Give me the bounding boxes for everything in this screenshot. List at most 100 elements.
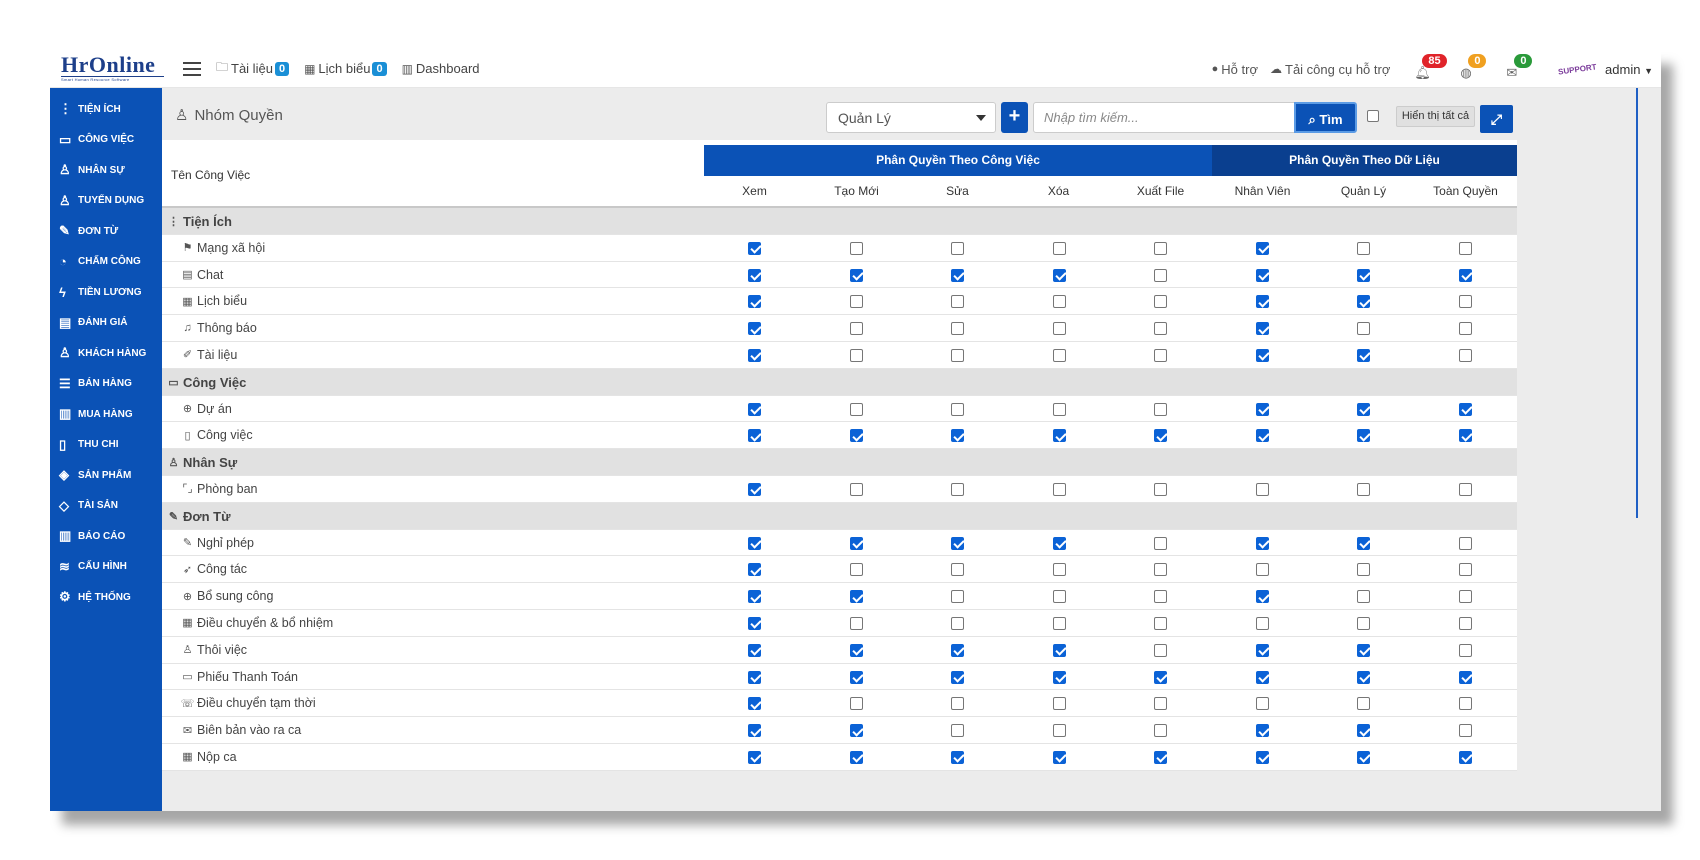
notifications-globe[interactable]: ◍ 0 <box>1460 54 1487 81</box>
sidebar-item-ban-hang[interactable]: ☰ BÁN HÀNG <box>50 369 162 400</box>
permission-checkbox[interactable] <box>1053 348 1066 362</box>
permission-checkbox[interactable] <box>1459 563 1472 577</box>
permission-checkbox[interactable] <box>748 429 761 443</box>
sidebar-item-cau-hinh[interactable]: ≋ CẤU HÌNH <box>50 552 162 583</box>
permission-checkbox[interactable] <box>1053 482 1066 496</box>
permission-checkbox[interactable] <box>1357 536 1370 550</box>
permission-checkbox[interactable] <box>951 670 964 684</box>
permission-checkbox[interactable] <box>1357 268 1370 282</box>
permission-checkbox[interactable] <box>951 241 964 255</box>
permission-checkbox[interactable] <box>1053 295 1066 309</box>
permission-checkbox[interactable] <box>1357 670 1370 684</box>
search-button[interactable]: ⌕ Tìm <box>1294 102 1357 133</box>
permission-checkbox[interactable] <box>1154 724 1167 738</box>
permission-checkbox[interactable] <box>748 670 761 684</box>
permission-checkbox[interactable] <box>850 322 863 336</box>
permission-checkbox[interactable] <box>748 241 761 255</box>
permission-checkbox[interactable] <box>748 697 761 711</box>
sidebar-item-san-pham[interactable]: ◈ SẢN PHẨM <box>50 460 162 491</box>
permission-checkbox[interactable] <box>1154 322 1167 336</box>
permission-checkbox[interactable] <box>850 268 863 282</box>
topnav-calendar-link[interactable]: ▦ Lịch biểu 0 <box>304 61 387 76</box>
permission-checkbox[interactable] <box>1459 616 1472 630</box>
permission-checkbox[interactable] <box>1357 322 1370 336</box>
permission-checkbox[interactable] <box>1053 322 1066 336</box>
notifications-mail[interactable]: ✉ 0 <box>1506 54 1533 81</box>
permission-checkbox[interactable] <box>951 402 964 416</box>
permission-checkbox[interactable] <box>1357 750 1370 764</box>
permission-checkbox[interactable] <box>1357 616 1370 630</box>
permission-checkbox[interactable] <box>1256 724 1269 738</box>
permission-checkbox[interactable] <box>748 643 761 657</box>
permission-checkbox[interactable] <box>1256 402 1269 416</box>
permission-checkbox[interactable] <box>1357 295 1370 309</box>
permission-checkbox[interactable] <box>1053 670 1066 684</box>
permission-checkbox[interactable] <box>850 670 863 684</box>
permission-checkbox[interactable] <box>1256 268 1269 282</box>
permission-checkbox[interactable] <box>1357 563 1370 577</box>
permission-checkbox[interactable] <box>1357 429 1370 443</box>
permission-checkbox[interactable] <box>1459 348 1472 362</box>
permission-checkbox[interactable] <box>1256 429 1269 443</box>
permission-checkbox[interactable] <box>1154 241 1167 255</box>
sidebar-item-bao-cao[interactable]: ▥ BÁO CÁO <box>50 521 162 552</box>
add-role-button[interactable]: + <box>1001 102 1028 133</box>
permission-checkbox[interactable] <box>1256 750 1269 764</box>
permission-checkbox[interactable] <box>1053 429 1066 443</box>
download-tool-link[interactable]: ☁ Tải công cụ hỗ trợ <box>1270 62 1390 77</box>
permission-checkbox[interactable] <box>951 429 964 443</box>
permission-checkbox[interactable] <box>1053 616 1066 630</box>
hronline-logo[interactable]: HrOnline Smart Human Resource Software <box>61 52 164 86</box>
sidebar-item-danh-gia[interactable]: ▤ ĐÁNH GIÁ <box>50 308 162 339</box>
search-input[interactable] <box>1033 102 1295 133</box>
permission-checkbox[interactable] <box>1459 402 1472 416</box>
permission-checkbox[interactable] <box>1256 348 1269 362</box>
permission-checkbox[interactable] <box>1357 402 1370 416</box>
permission-checkbox[interactable] <box>1154 268 1167 282</box>
show-all-checkbox[interactable] <box>1367 110 1379 122</box>
permission-checkbox[interactable] <box>1154 482 1167 496</box>
permission-checkbox[interactable] <box>1256 322 1269 336</box>
permission-checkbox[interactable] <box>1459 643 1472 657</box>
permission-checkbox[interactable] <box>1154 643 1167 657</box>
permission-checkbox[interactable] <box>748 750 761 764</box>
permission-checkbox[interactable] <box>951 482 964 496</box>
permission-checkbox[interactable] <box>1357 724 1370 738</box>
permission-checkbox[interactable] <box>1459 670 1472 684</box>
permission-checkbox[interactable] <box>850 429 863 443</box>
permission-checkbox[interactable] <box>850 643 863 657</box>
permission-checkbox[interactable] <box>1053 563 1066 577</box>
sidebar-item-tuyen-dung[interactable]: ♙ TUYỂN DỤNG <box>50 186 162 217</box>
permission-checkbox[interactable] <box>951 322 964 336</box>
sidebar-item-cong-viec[interactable]: ▭ CÔNG VIỆC <box>50 125 162 156</box>
permission-checkbox[interactable] <box>850 724 863 738</box>
permission-checkbox[interactable] <box>850 563 863 577</box>
permission-checkbox[interactable] <box>951 295 964 309</box>
permission-checkbox[interactable] <box>1256 241 1269 255</box>
permission-checkbox[interactable] <box>748 724 761 738</box>
permission-checkbox[interactable] <box>951 616 964 630</box>
permission-checkbox[interactable] <box>850 536 863 550</box>
support-avatar[interactable]: SUPPORT <box>1558 62 1598 76</box>
permission-checkbox[interactable] <box>1256 590 1269 604</box>
sidebar-item-khach-hang[interactable]: ♙ KHÁCH HÀNG <box>50 338 162 369</box>
permission-checkbox[interactable] <box>748 295 761 309</box>
sidebar-item-tai-san[interactable]: ◇ TÀI SẢN <box>50 491 162 522</box>
sidebar-item-mua-hang[interactable]: ▥ MUA HÀNG <box>50 399 162 430</box>
permission-checkbox[interactable] <box>951 643 964 657</box>
user-menu[interactable]: admin ▼ <box>1605 62 1653 77</box>
permission-checkbox[interactable] <box>951 724 964 738</box>
permission-checkbox[interactable] <box>748 616 761 630</box>
column-header-tao-moi[interactable]: Tạo Mới <box>806 184 907 198</box>
permission-checkbox[interactable] <box>1154 616 1167 630</box>
sidebar-item-cham-cong[interactable]: ◔ CHẤM CÔNG <box>50 247 162 278</box>
permission-checkbox[interactable] <box>748 563 761 577</box>
permission-checkbox[interactable] <box>1154 536 1167 550</box>
permission-checkbox[interactable] <box>1459 536 1472 550</box>
column-header-xoa[interactable]: Xóa <box>1008 184 1109 198</box>
permission-checkbox[interactable] <box>951 348 964 362</box>
permission-checkbox[interactable] <box>1154 750 1167 764</box>
permission-checkbox[interactable] <box>748 268 761 282</box>
column-header-nhan-vien[interactable]: Nhân Viên <box>1212 184 1313 198</box>
permission-checkbox[interactable] <box>1256 697 1269 711</box>
